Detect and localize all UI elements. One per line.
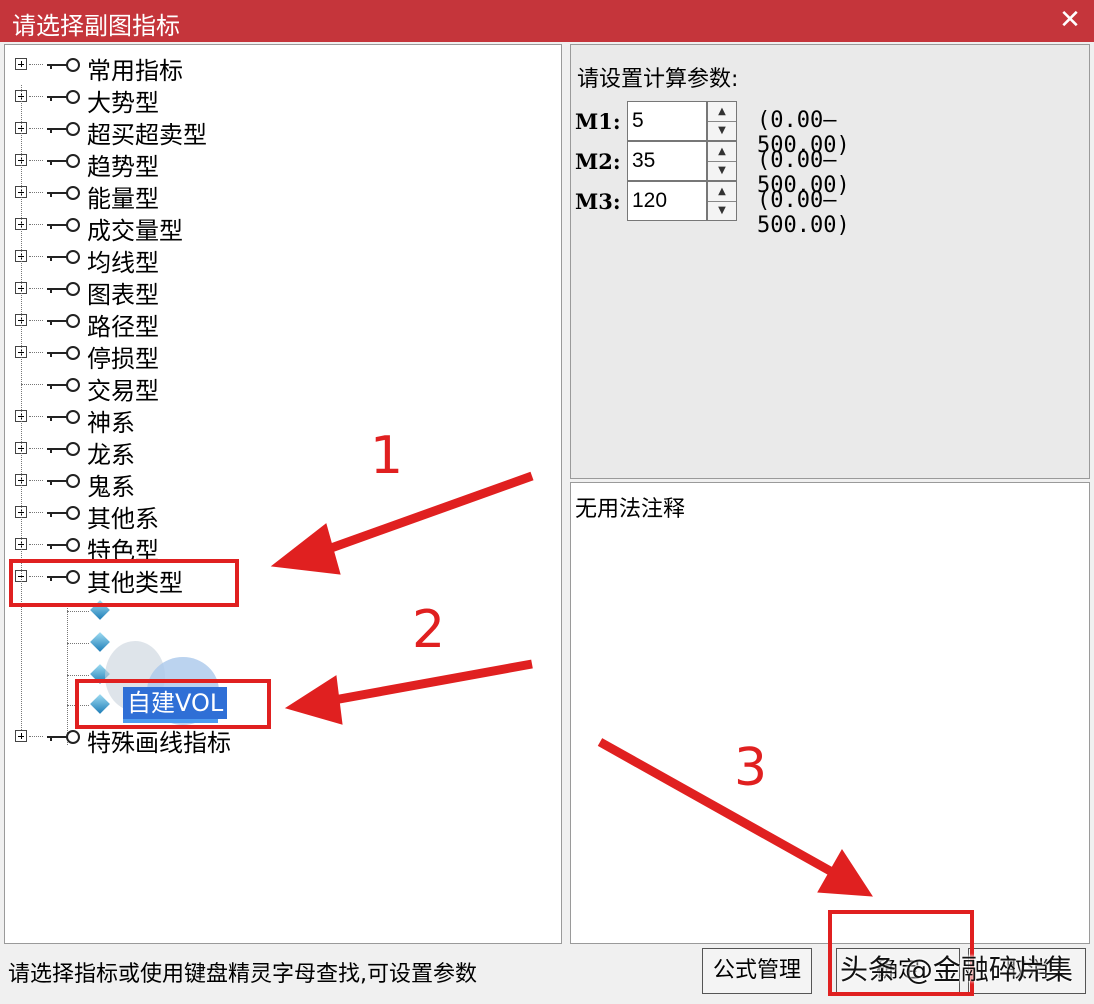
key-icon (47, 218, 80, 232)
spin-up-icon[interactable]: ▲ (708, 142, 736, 162)
annotation-number-2: 2 (412, 600, 446, 660)
tree-item[interactable]: 能量型 (5, 177, 545, 213)
key-icon (47, 58, 80, 72)
spin-button[interactable]: ▲ ▼ (707, 101, 737, 141)
key-icon (47, 282, 80, 296)
tree-connector (67, 611, 89, 612)
spin-up-icon[interactable]: ▲ (708, 182, 736, 202)
tree-connector (67, 643, 89, 644)
tree-item[interactable]: 均线型 (5, 241, 545, 277)
close-icon[interactable]: ✕ (1054, 2, 1086, 38)
indicator-tree[interactable]: 常用指标 大势型 超买超卖型 趋势型 能量型 成交量型 均线型 图表型 路径型 停损型 交易型 神系龙… (4, 44, 562, 944)
tree-item[interactable]: 大势型 (5, 81, 545, 117)
spin-down-icon[interactable]: ▼ (708, 121, 736, 140)
key-icon (47, 410, 80, 424)
key-icon (47, 186, 80, 200)
watermark: 头条 @金融碎片集 (840, 953, 1073, 986)
key-icon (47, 90, 80, 104)
title-bar: 请选择副图指标 ✕ (0, 0, 1094, 42)
formula-manage-button[interactable]: 公式管理 (702, 948, 812, 994)
tree-item[interactable]: 交易型 (5, 369, 545, 405)
key-icon (47, 730, 80, 744)
spin-down-icon[interactable]: ▼ (708, 201, 736, 220)
param-input-m1[interactable]: 5 (627, 101, 707, 141)
key-icon (47, 506, 80, 520)
spin-down-icon[interactable]: ▼ (708, 161, 736, 180)
tree-item[interactable]: 特色型 (5, 529, 545, 565)
tree-connector (67, 675, 89, 676)
tree-item[interactable]: 其他系 (5, 497, 545, 533)
param-input-m2[interactable]: 35 (627, 141, 707, 181)
annotation-number-1: 1 (370, 426, 404, 486)
params-title: 请设置计算参数: (577, 67, 739, 92)
tree-item[interactable]: 鬼系 (5, 465, 545, 501)
key-icon (47, 346, 80, 360)
tree-item[interactable]: 趋势型 (5, 145, 545, 181)
key-icon (47, 122, 80, 136)
param-label: M2: (575, 149, 621, 174)
key-icon (47, 314, 80, 328)
status-text: 请选择指标或使用键盘精灵字母查找,可设置参数 (8, 962, 477, 987)
tree-item[interactable]: 超买超卖型 (5, 113, 545, 149)
param-input-m3[interactable]: 120 (627, 181, 707, 221)
key-icon (47, 474, 80, 488)
tree-item[interactable]: 停损型 (5, 337, 545, 373)
annotation-number-3: 3 (734, 738, 768, 798)
params-panel: 请设置计算参数: M1: 5 ▲ ▼ (0.00—500.00) M2: 35 … (570, 44, 1090, 479)
param-label: M3: (575, 189, 621, 214)
tree-item[interactable]: 龙系 (5, 433, 545, 469)
param-range: (0.00—500.00) (757, 188, 850, 238)
indicator-icon (90, 632, 110, 652)
window-title: 请选择副图指标 (12, 12, 180, 40)
tree-item[interactable]: 神系 (5, 401, 545, 437)
tree-item[interactable]: 常用指标 (5, 49, 545, 85)
usage-note: 无用法注释 (575, 497, 686, 522)
highlight-box (9, 559, 239, 607)
expand-icon[interactable] (15, 58, 27, 70)
tree-item[interactable]: 图表型 (5, 273, 545, 309)
usage-note-panel: 无用法注释 (570, 482, 1090, 944)
key-icon (47, 538, 80, 552)
param-label: M1: (575, 109, 621, 134)
expand-icon[interactable] (15, 730, 27, 742)
spin-button[interactable]: ▲ ▼ (707, 141, 737, 181)
key-icon (47, 154, 80, 168)
key-icon (47, 250, 80, 264)
highlight-box (75, 679, 271, 729)
tree-item[interactable]: 路径型 (5, 305, 545, 341)
key-icon (47, 442, 80, 456)
tree-connector (21, 85, 22, 740)
spin-up-icon[interactable]: ▲ (708, 102, 736, 122)
spin-button[interactable]: ▲ ▼ (707, 181, 737, 221)
tree-item[interactable]: 成交量型 (5, 209, 545, 245)
key-icon (47, 378, 80, 392)
